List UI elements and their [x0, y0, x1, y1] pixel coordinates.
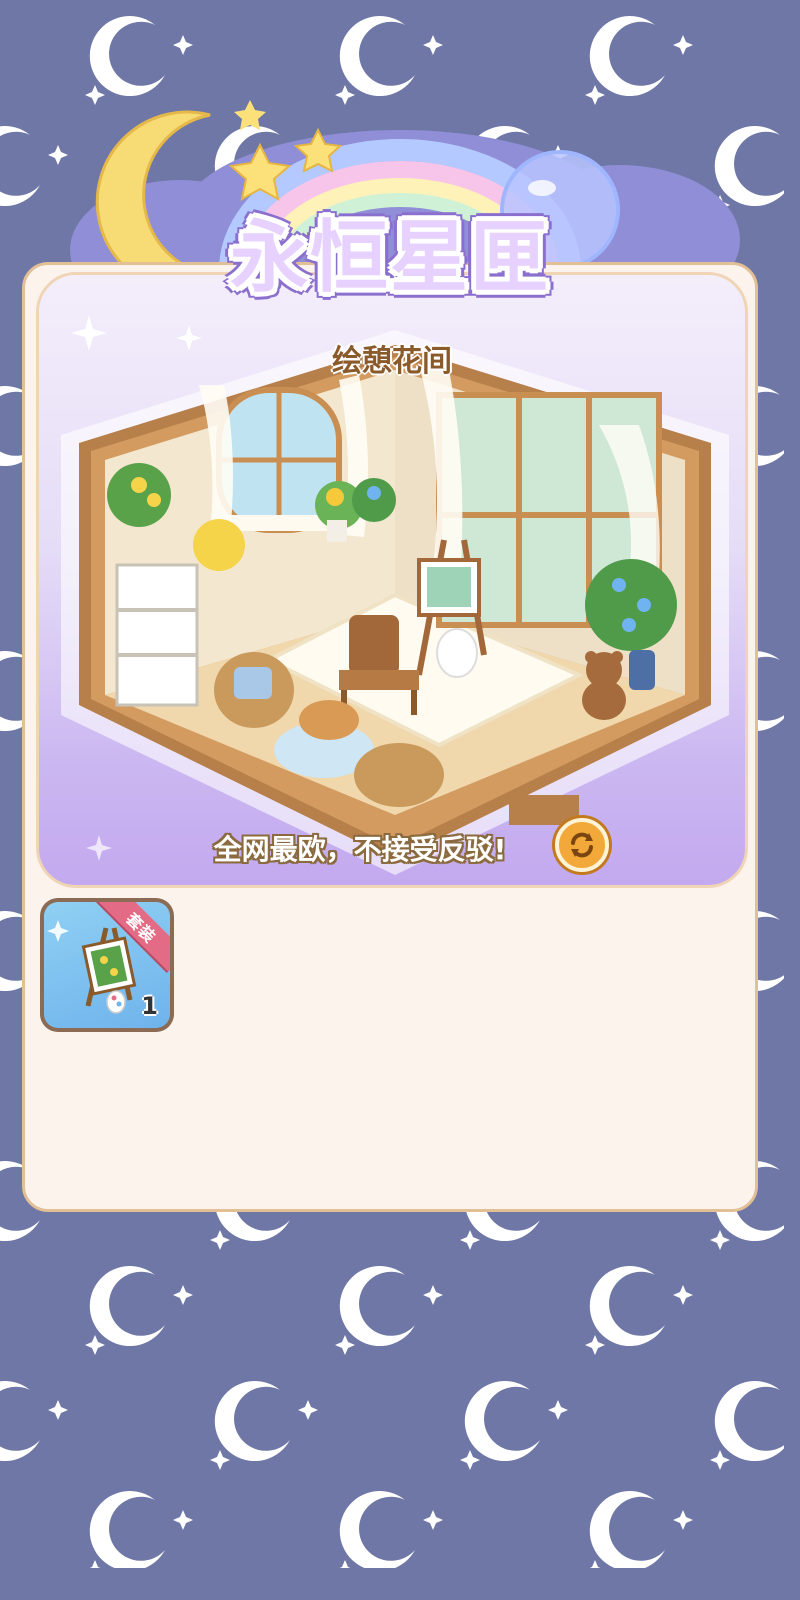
refresh-icon	[571, 832, 593, 858]
item-card-inner: 套装 1	[44, 902, 170, 1028]
moon-pattern-tile	[585, 1266, 693, 1355]
moon-pattern-tile	[585, 16, 693, 105]
moon-pattern-tile	[710, 1381, 784, 1470]
moon-pattern-tile	[85, 1491, 193, 1568]
moon-pattern-tile	[585, 1491, 693, 1568]
item-card-easel[interactable]: 套装 1	[40, 898, 174, 1032]
moon-pattern-tile	[0, 126, 68, 215]
moon-pattern-tile	[210, 1381, 318, 1470]
moon-pattern-tile	[335, 1491, 443, 1568]
moon-pattern-tile	[0, 1381, 68, 1470]
moon-pattern-tile	[460, 1381, 568, 1470]
item-count: 1	[141, 992, 158, 1020]
moon-pattern-tile	[85, 16, 193, 105]
game-title: 永恒星匣	[229, 213, 550, 303]
moon-pattern-tile	[335, 1266, 443, 1355]
room-name: 绘憩花间	[332, 344, 452, 379]
slogan-text: 全网最欧，不接受反驳!	[213, 833, 507, 866]
moon-pattern-tile	[85, 1266, 193, 1355]
refresh-button[interactable]	[555, 818, 609, 872]
moon-pattern-tile	[335, 16, 443, 105]
